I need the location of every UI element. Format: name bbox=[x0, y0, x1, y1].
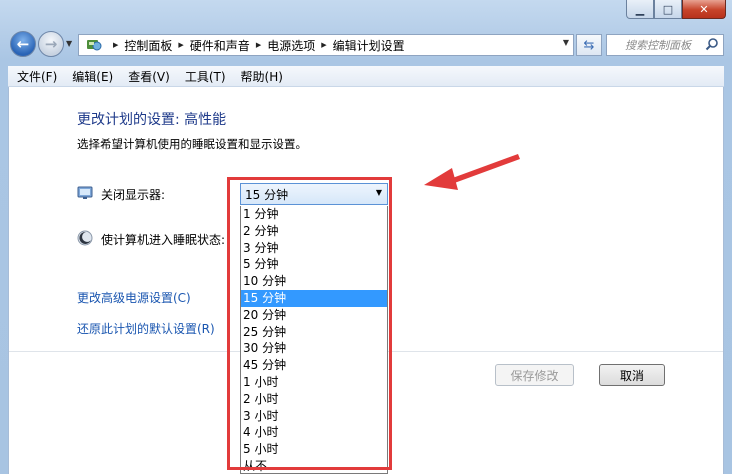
annotation-arrow bbox=[424, 154, 520, 190]
window: ▁ □ ✕ ← → ▼ ▶ 控制面板 ▶ 硬件和声音 ▶ 电源选项 ▶ 编辑计划… bbox=[0, 0, 732, 474]
